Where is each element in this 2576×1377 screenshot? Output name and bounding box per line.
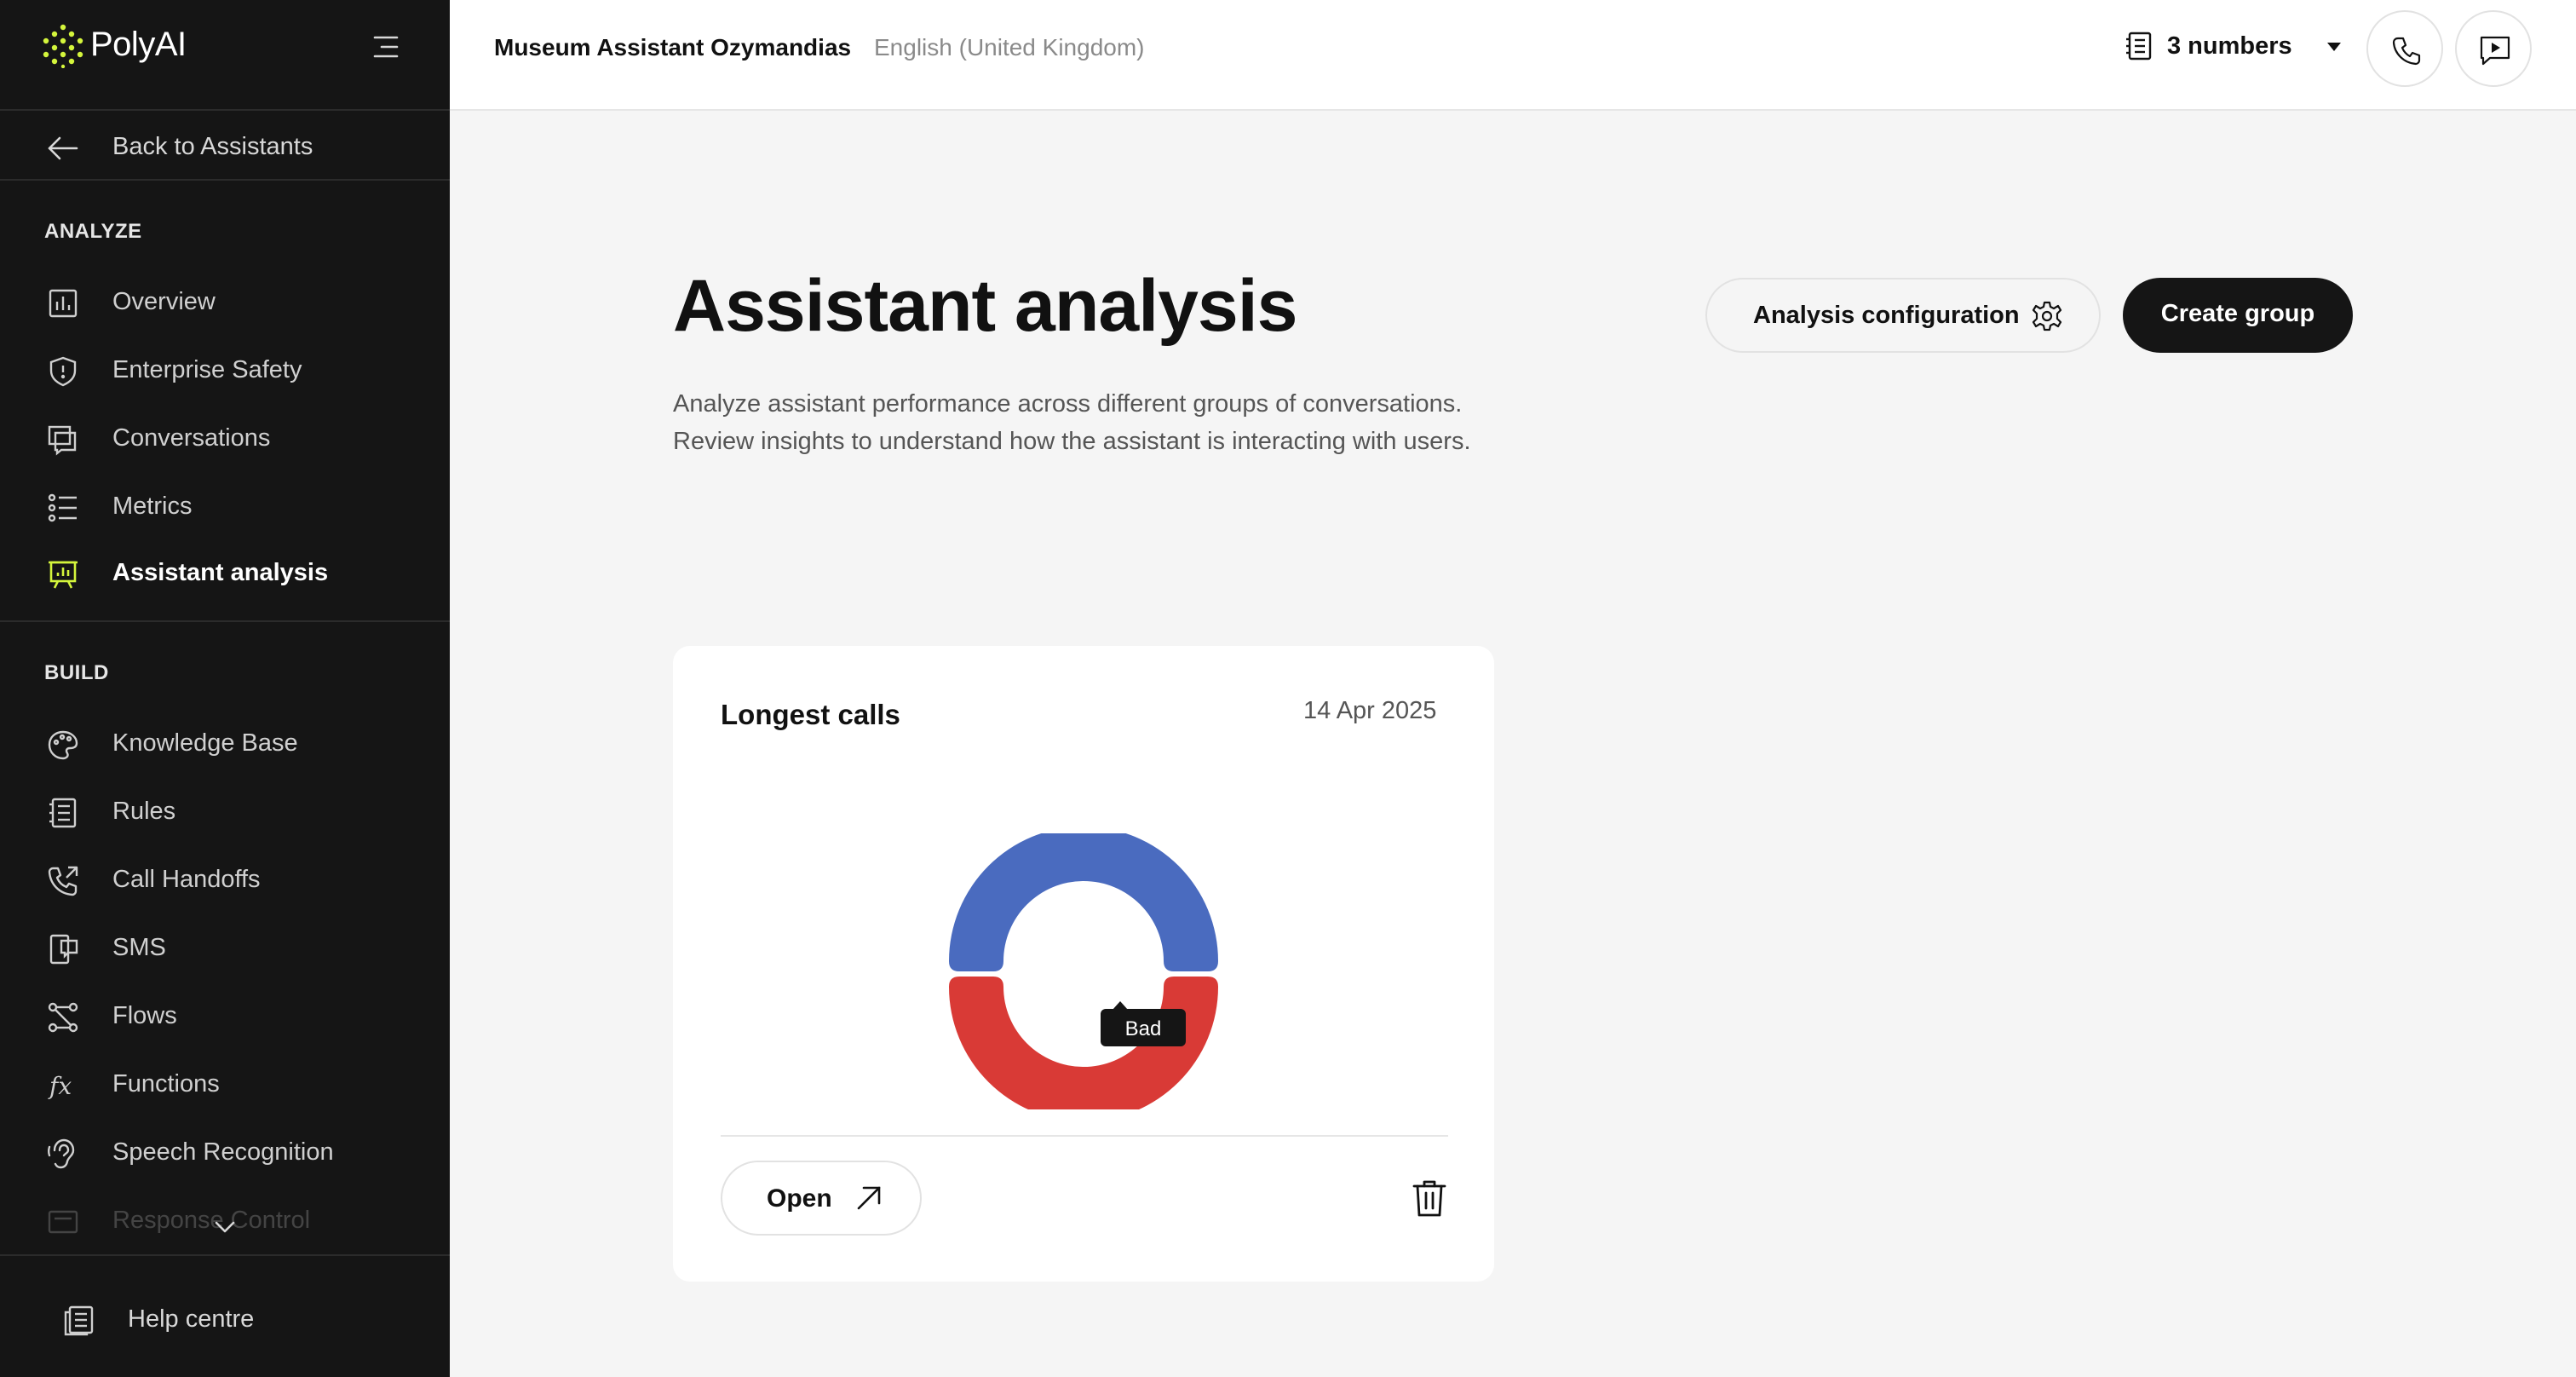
donut-segment-good[interactable]	[949, 833, 1218, 971]
chat-icon	[48, 425, 77, 456]
ear-icon	[48, 1138, 75, 1169]
caret-down-icon	[2327, 43, 2341, 51]
analysis-configuration-label: Analysis configuration	[1753, 302, 2020, 329]
polyai-logo-icon	[43, 24, 83, 68]
sidebar-item-label: Speech Recognition	[112, 1138, 334, 1166]
sidebar-item-label: Functions	[112, 1070, 220, 1098]
book-icon	[64, 1305, 94, 1336]
help-centre-label: Help centre	[128, 1305, 255, 1333]
sidebar-item-label: Overview	[112, 288, 216, 315]
shield-icon	[49, 356, 77, 387]
sidebar-item-label: Enterprise Safety	[112, 356, 302, 383]
sidebar-item-label: Call Handoffs	[112, 866, 261, 893]
card-divider	[721, 1135, 1448, 1137]
sidebar-item-label: Rules	[112, 798, 176, 825]
back-to-assistants-label: Back to Assistants	[112, 133, 313, 160]
sidebar-item-assistant-analysis[interactable]: Assistant analysis	[0, 542, 450, 603]
arrow-up-right-icon	[857, 1186, 881, 1210]
document-icon	[49, 798, 77, 828]
sidebar-item-label: Knowledge Base	[112, 729, 298, 757]
sidebar-item-speech-recognition[interactable]: Speech Recognition	[0, 1121, 450, 1183]
group-card: Longest calls 14 Apr 2025 Bad Open	[673, 646, 1494, 1282]
sidebar-item-label: Assistant analysis	[112, 559, 329, 586]
analyze-section-label: ANALYZE	[44, 220, 142, 243]
sidebar-item-label: Conversations	[112, 424, 271, 452]
card-date: 14 Apr 2025	[1303, 697, 1437, 724]
sidebar-item-sms[interactable]: SMS	[0, 917, 450, 978]
chat-play-icon	[2480, 36, 2510, 66]
sidebar-item-rules[interactable]: Rules	[0, 781, 450, 842]
page-description: Analyze assistant performance across dif…	[673, 385, 1610, 460]
sidebar-item-label: Flows	[112, 1002, 177, 1029]
numbers-dropdown[interactable]: 3 numbers	[2125, 27, 2363, 68]
bar-chart-icon	[49, 289, 78, 318]
trash-icon[interactable]	[1411, 1178, 1448, 1219]
phone-forward-icon	[48, 866, 78, 896]
control-icon	[48, 1210, 78, 1234]
menu-toggle-icon[interactable]	[371, 32, 400, 61]
sidebar-item-label: SMS	[112, 934, 166, 961]
analysis-configuration-button[interactable]: Analysis configuration	[1705, 278, 2101, 353]
sidebar-item-label: Response Control	[112, 1207, 311, 1234]
sidebar-item-knowledge-base[interactable]: Knowledge Base	[0, 712, 450, 774]
palette-icon	[48, 730, 78, 760]
card-title: Longest calls	[721, 699, 900, 730]
sidebar-item-metrics[interactable]: Metrics	[0, 475, 450, 537]
numbers-label: 3 numbers	[2167, 32, 2292, 60]
arrow-left-icon	[48, 136, 78, 160]
chart-tooltip-label: Bad	[1124, 1017, 1162, 1040]
sidebar-item-overview[interactable]: Overview	[0, 271, 450, 332]
mobile-message-icon	[49, 934, 78, 965]
page-title: Assistant analysis	[673, 265, 1297, 347]
chart-tooltip: Bad	[1101, 1001, 1186, 1046]
list-icon	[48, 493, 77, 522]
sidebar-item-conversations[interactable]: Conversations	[0, 407, 450, 469]
back-to-assistants-link[interactable]: Back to Assistants	[0, 112, 450, 181]
sidebar-item-label: Metrics	[112, 493, 193, 520]
phonebook-icon	[2126, 32, 2152, 60]
sidebar-item-functions[interactable]: fx Functions	[0, 1053, 450, 1115]
sidebar: PolyAI Back to Assistants ANALYZE Overvi…	[0, 0, 450, 1377]
create-group-label: Create group	[2160, 300, 2315, 327]
chevron-down-icon[interactable]	[213, 1219, 237, 1236]
presentation-icon	[49, 561, 78, 589]
sidebar-item-flows[interactable]: Flows	[0, 985, 450, 1046]
sidebar-item-enterprise-safety[interactable]: Enterprise Safety	[0, 339, 450, 400]
function-icon: fx	[48, 1072, 72, 1100]
sidebar-divider	[0, 620, 450, 622]
assistant-name: Museum Assistant Ozymandias	[494, 34, 852, 60]
create-group-button[interactable]: Create group	[2123, 278, 2353, 353]
sidebar-item-call-handoffs[interactable]: Call Handoffs	[0, 849, 450, 910]
phone-icon	[2392, 37, 2421, 66]
assistant-language: English (United Kingdom)	[874, 34, 1145, 60]
page-description-line: Analyze assistant performance across dif…	[673, 390, 1463, 418]
top-bar: Museum Assistant Ozymandias English (Uni…	[450, 0, 2576, 111]
sentiment-donut-chart[interactable]	[946, 833, 1222, 1109]
help-centre-link[interactable]: Help centre	[0, 1254, 450, 1377]
page-description-line: Review insights to understand how the as…	[673, 428, 1471, 455]
test-chat-button[interactable]	[2455, 10, 2532, 87]
svg-text:fx: fx	[48, 1072, 72, 1100]
flow-icon	[48, 1002, 78, 1033]
open-group-label: Open	[767, 1184, 832, 1213]
logo-row: PolyAI	[0, 0, 450, 111]
test-call-button[interactable]	[2366, 10, 2443, 87]
brand-name: PolyAI	[90, 26, 187, 63]
build-section-label: BUILD	[44, 661, 109, 684]
open-group-button[interactable]: Open	[721, 1161, 922, 1236]
gear-icon	[2032, 301, 2062, 331]
